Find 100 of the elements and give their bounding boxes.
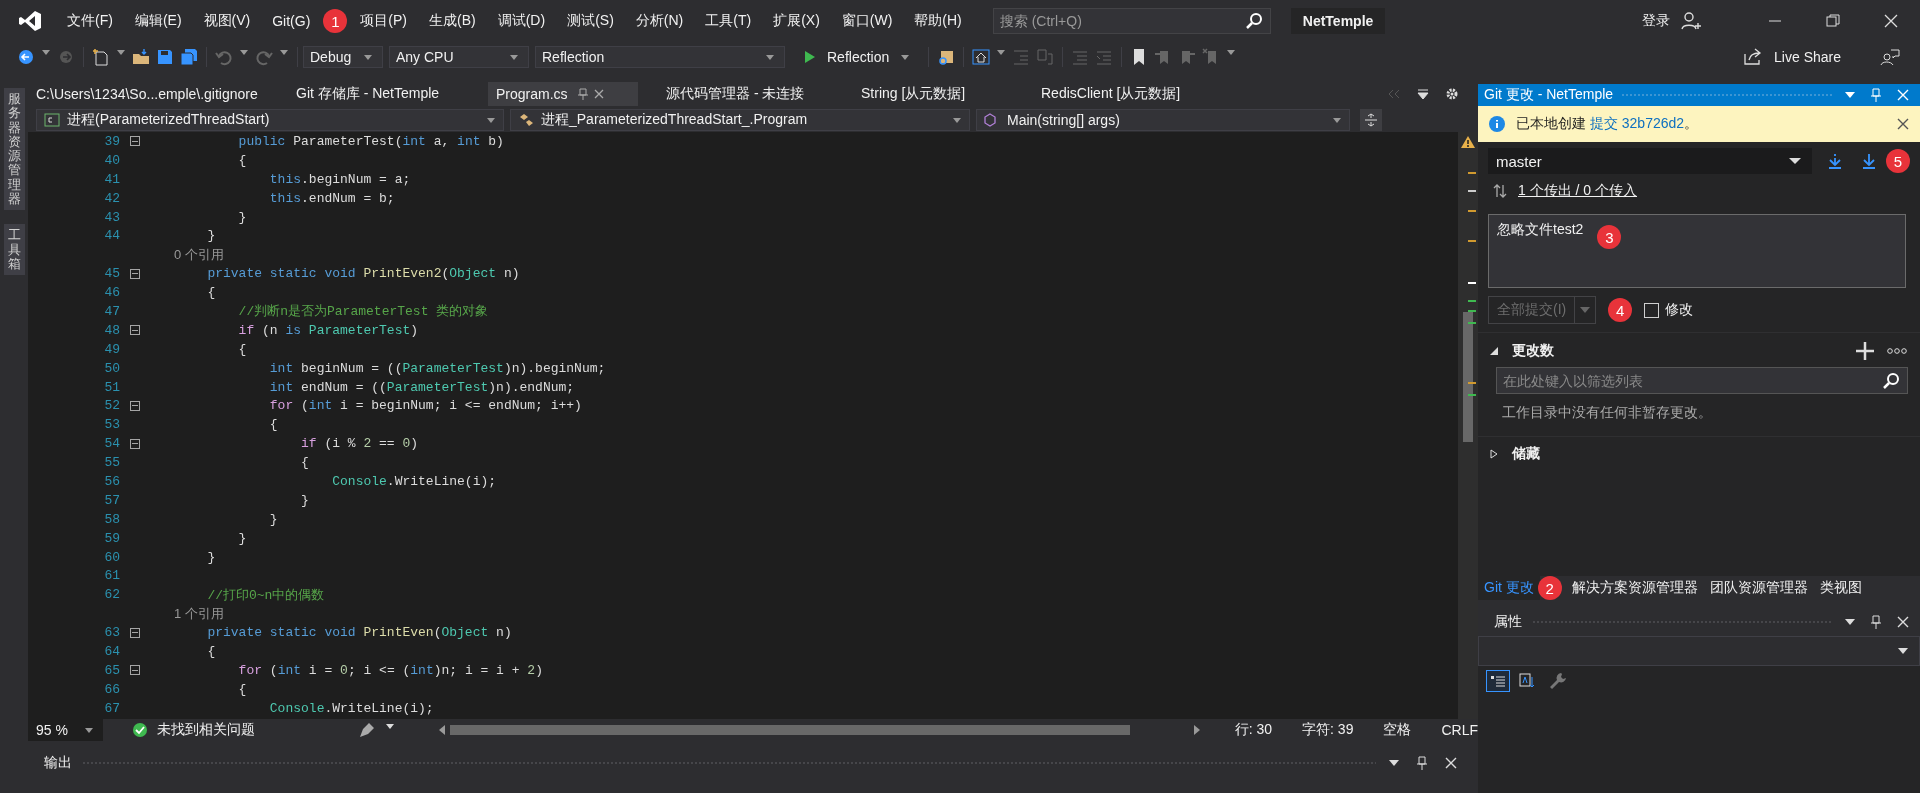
- document-tab[interactable]: Program.cs: [488, 82, 638, 106]
- collapse-toggle-icon[interactable]: [130, 665, 140, 676]
- pin-icon[interactable]: [577, 88, 588, 100]
- sign-in-link[interactable]: 登录: [1642, 12, 1670, 30]
- open-folder-icon[interactable]: [132, 48, 150, 66]
- amend-checkbox[interactable]: [1644, 302, 1660, 318]
- menu-item[interactable]: 调试(D): [486, 12, 557, 30]
- menu-item[interactable]: 扩展(X): [762, 12, 831, 30]
- collapse-toggle-icon[interactable]: [130, 268, 140, 279]
- commit-message-field[interactable]: 忽略文件test2 3: [1488, 214, 1906, 288]
- menu-item[interactable]: Git(G): [261, 13, 322, 29]
- scrollbar-thumb[interactable]: [1463, 312, 1473, 442]
- menu-item[interactable]: 项目(P): [349, 12, 418, 30]
- menu-item[interactable]: 帮助(H): [903, 12, 973, 30]
- reference-count[interactable]: 1 个引用: [145, 604, 224, 623]
- collapse-toggle-icon[interactable]: [130, 627, 140, 638]
- code-line: Console.WriteLine(i);: [268, 700, 434, 716]
- stage-all-icon[interactable]: [1855, 341, 1875, 361]
- side-tab[interactable]: 工具箱: [3, 224, 25, 276]
- save-all-icon[interactable]: [180, 48, 198, 66]
- scrollbar-thumb[interactable]: [450, 725, 1131, 735]
- line-ending[interactable]: CRLF: [1441, 722, 1478, 738]
- scroll-left-icon[interactable]: [438, 725, 447, 735]
- dropdown-icon[interactable]: [1845, 91, 1855, 99]
- brush-icon[interactable]: [359, 722, 376, 738]
- code-line: for (int i = 0; i <= (int)n; i = i + 2): [237, 662, 543, 678]
- new-item-icon[interactable]: [92, 48, 110, 66]
- undo-icon[interactable]: [215, 48, 233, 66]
- pull-icon[interactable]: [1861, 153, 1877, 169]
- menu-item[interactable]: 工具(T): [694, 12, 763, 30]
- menu-item[interactable]: 视图(V): [192, 12, 262, 30]
- code-line: int endNum = ((ParameterTest)n).endNum;: [268, 379, 575, 395]
- back-icon[interactable]: [17, 48, 35, 66]
- menu-item[interactable]: 生成(B): [418, 12, 487, 30]
- branch-dropdown[interactable]: master: [1488, 148, 1812, 174]
- home-icon[interactable]: [972, 48, 991, 66]
- split-view-button[interactable]: [1360, 109, 1382, 131]
- caret-icon: [1898, 647, 1908, 655]
- menu-item[interactable]: 测试(S): [556, 12, 625, 30]
- indent-mode[interactable]: 空格: [1383, 721, 1412, 739]
- change-marker: [1468, 190, 1476, 192]
- panel-tab[interactable]: 团队资源管理器: [1703, 576, 1814, 600]
- tab-list-icon[interactable]: [1417, 88, 1429, 100]
- redo-icon[interactable]: [255, 48, 273, 66]
- document-tab[interactable]: String [从元数据]: [853, 82, 1013, 106]
- line-number: 49: [103, 341, 121, 357]
- horizontal-scrollbar[interactable]: [438, 723, 1201, 737]
- close-icon[interactable]: [1897, 118, 1909, 130]
- code-line: this.endNum = b;: [268, 190, 395, 206]
- caret-icon: [765, 53, 775, 61]
- document-tab[interactable]: RedisClient [从元数据]: [1033, 82, 1223, 106]
- panel-tab[interactable]: 解决方案资源管理器: [1565, 576, 1704, 600]
- menu-item[interactable]: 窗口(W): [830, 12, 904, 30]
- member-dropdown[interactable]: Main(string[] args): [976, 109, 1350, 131]
- live-share-button[interactable]: Live Share: [1740, 48, 1841, 66]
- collapse-toggle-icon[interactable]: [130, 400, 140, 411]
- reference-count[interactable]: 0 个引用: [145, 245, 224, 264]
- line-number: 46: [103, 285, 121, 301]
- settings-icon[interactable]: [1445, 87, 1459, 101]
- split-icon: [1364, 113, 1378, 127]
- side-tab[interactable]: 服务器资源管理器: [3, 88, 25, 211]
- dropdown-icon[interactable]: [1389, 759, 1399, 767]
- start-button[interactable]: Reflection: [795, 49, 920, 65]
- menu-item[interactable]: 分析(N): [624, 12, 695, 30]
- close-icon[interactable]: [593, 89, 604, 99]
- categorized-icon[interactable]: [1486, 670, 1510, 692]
- line-position[interactable]: 行: 30: [1234, 721, 1273, 739]
- fetch-icon[interactable]: [1827, 153, 1843, 169]
- scroll-right-icon[interactable]: [1192, 725, 1201, 735]
- filter-field[interactable]: 在此处键入以筛选列表: [1496, 367, 1906, 394]
- expand-icon[interactable]: [1489, 449, 1499, 459]
- outgoing-incoming-link[interactable]: 1 个传出 / 0 个传入: [1518, 182, 1638, 200]
- document-tab[interactable]: Git 存储库 - NetTemple: [288, 82, 468, 106]
- panel-tab[interactable]: Git 更改: [1478, 576, 1540, 600]
- type-dropdown[interactable]: 进程_ParameterizedThreadStart_.Program: [510, 109, 970, 131]
- project-dropdown[interactable]: 进程(ParameterizedThreadStart): [36, 109, 504, 131]
- feedback-icon[interactable]: [1880, 48, 1900, 66]
- csharp-project-icon: [44, 113, 60, 127]
- search-field[interactable]: 搜索 (Ctrl+Q): [992, 8, 1271, 34]
- menu-item[interactable]: 文件(F): [56, 12, 124, 30]
- menu-item[interactable]: 编辑(E): [123, 12, 193, 30]
- commit-link[interactable]: 提交 32b726d2: [1589, 115, 1685, 131]
- more-icon[interactable]: [1887, 347, 1907, 355]
- caret-icon: [486, 116, 496, 124]
- collapse-icon[interactable]: [1489, 346, 1499, 356]
- collapse-toggle-icon[interactable]: [130, 325, 140, 336]
- collapse-toggle-icon[interactable]: [130, 438, 140, 449]
- add-user-icon[interactable]: [1681, 11, 1703, 31]
- issues-status[interactable]: 未找到相关问题: [157, 721, 255, 739]
- save-icon[interactable]: [156, 48, 174, 66]
- zoom-dropdown[interactable]: 95 %: [28, 719, 103, 741]
- document-tab[interactable]: C:\Users\1234\So...emple\.gitignore: [28, 82, 268, 106]
- configuration-dropdown[interactable]: Debug: [303, 46, 383, 68]
- dropdown-icon[interactable]: [1845, 618, 1855, 626]
- panel-tab[interactable]: 类视图: [1813, 576, 1868, 600]
- document-tab[interactable]: 源代码管理器 - 未连接: [658, 82, 833, 106]
- startup-item-dropdown[interactable]: Reflection: [535, 46, 785, 68]
- collapse-toggle-icon[interactable]: [130, 136, 140, 147]
- column-position[interactable]: 字符: 39: [1302, 721, 1354, 739]
- platform-dropdown[interactable]: Any CPU: [389, 46, 529, 68]
